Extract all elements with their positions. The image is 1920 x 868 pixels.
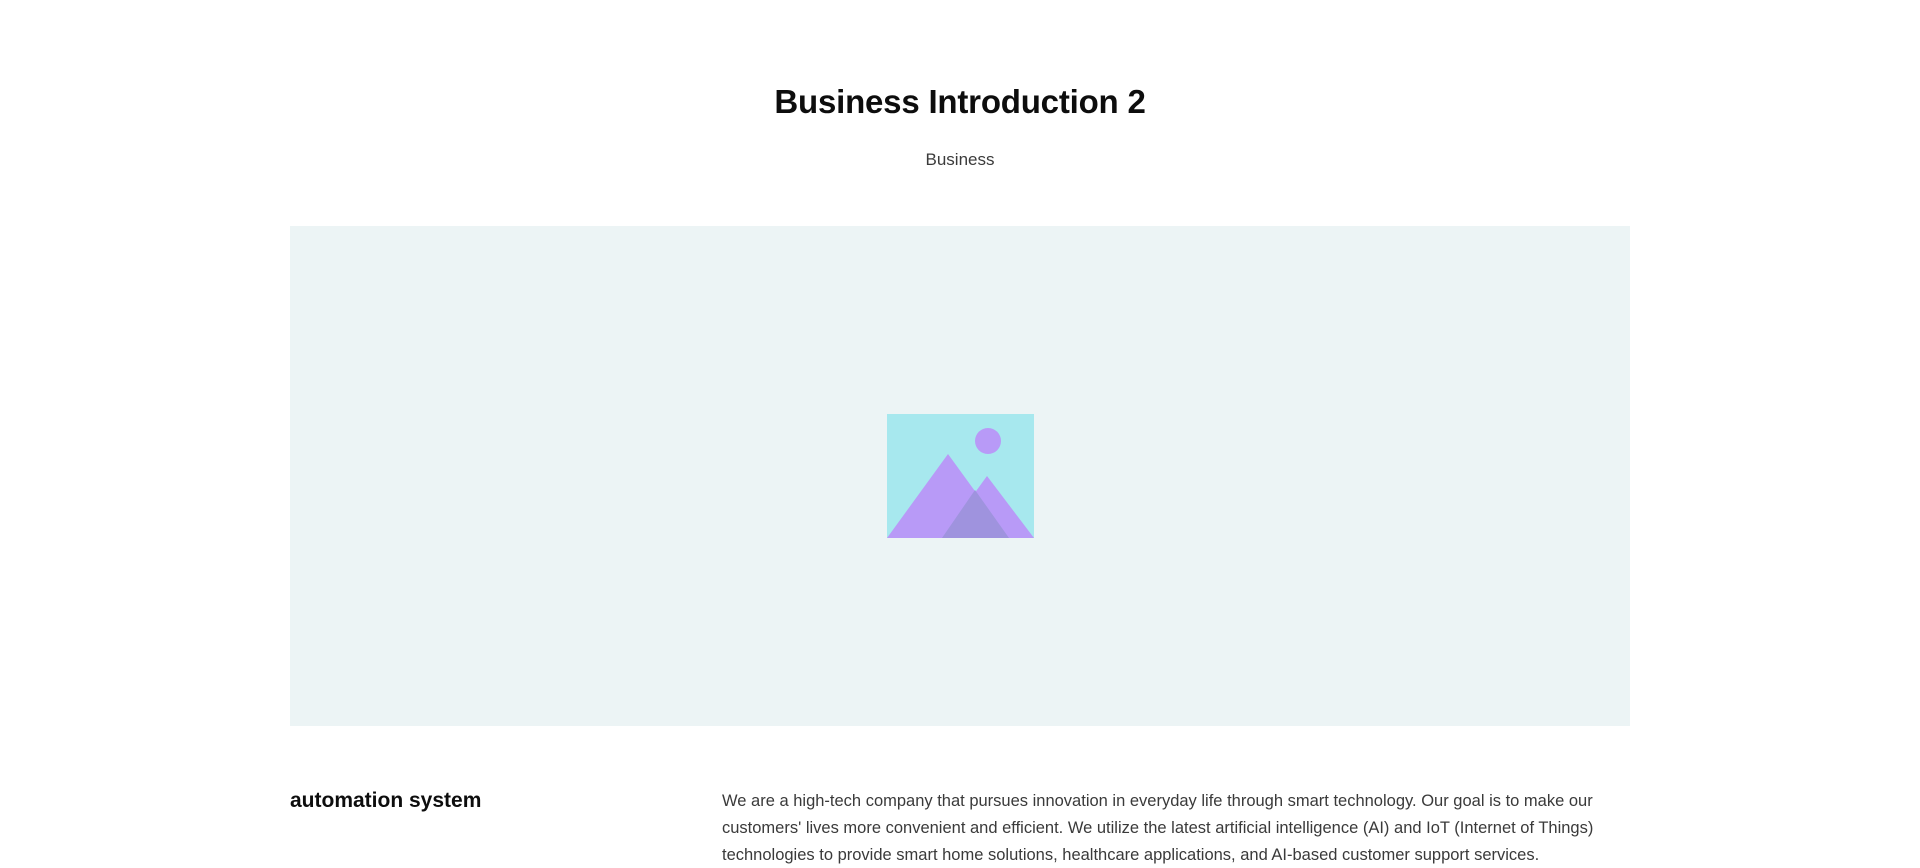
placeholder-sun	[975, 428, 1001, 454]
section-body: We are a high-tech company that pursues …	[722, 792, 1594, 864]
image-placeholder-icon	[887, 414, 1034, 538]
page: Business Introduction 2 Business automat…	[0, 0, 1920, 868]
hero-image	[290, 226, 1630, 726]
page-category: Business	[925, 150, 995, 169]
section-heading: automation system	[290, 789, 482, 812]
page-title: Business Introduction 2	[774, 83, 1146, 120]
page-header: Business Introduction 2 Business	[0, 78, 1920, 172]
